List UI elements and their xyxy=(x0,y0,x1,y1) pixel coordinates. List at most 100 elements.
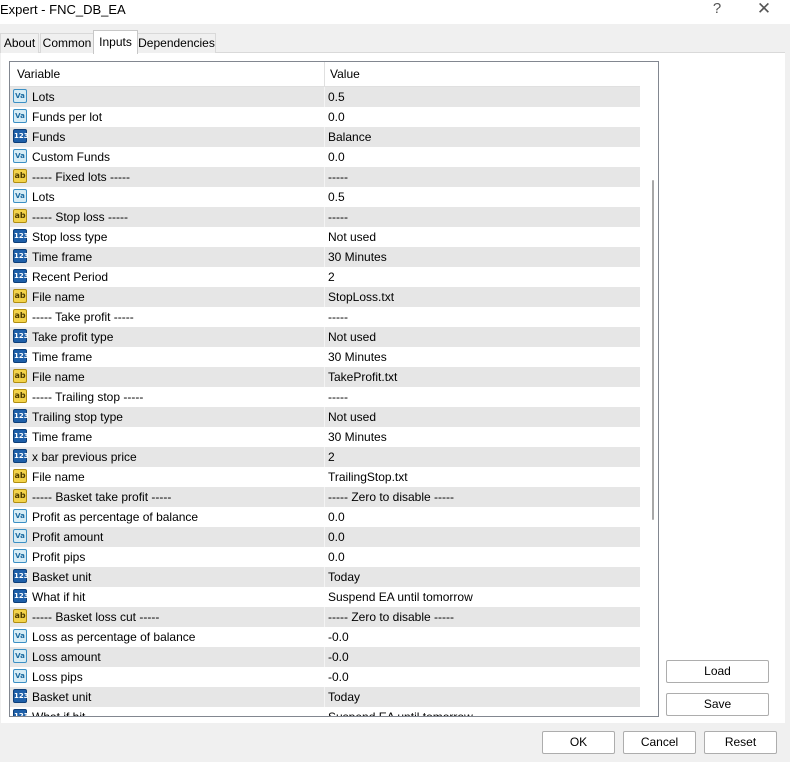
cell-divider xyxy=(324,607,325,627)
table-row[interactable]: 123 x bar previous price 2 xyxy=(10,447,640,467)
table-row[interactable]: Va Loss as percentage of balance -0.0 xyxy=(10,627,640,647)
variable-value[interactable]: ----- xyxy=(328,167,348,187)
variable-value[interactable]: 0.0 xyxy=(328,107,345,127)
variable-value[interactable]: Today xyxy=(328,687,360,707)
column-divider[interactable] xyxy=(324,62,325,86)
table-row[interactable]: 123 Time frame 30 Minutes xyxy=(10,247,640,267)
inputs-grid: Variable Value Va Lots 0.5 Va Funds per lot 0… xyxy=(9,61,659,717)
table-row[interactable]: Va Profit pips 0.0 xyxy=(10,547,640,567)
table-row[interactable]: Va Profit amount 0.0 xyxy=(10,527,640,547)
variable-value[interactable]: ----- Zero to disable ----- xyxy=(328,607,454,627)
table-row[interactable]: 123 Recent Period 2 xyxy=(10,267,640,287)
variable-value[interactable]: Not used xyxy=(328,407,376,427)
variable-value[interactable]: -0.0 xyxy=(328,647,349,667)
variable-value[interactable]: 0.5 xyxy=(328,187,345,207)
enum-param-icon: 123 xyxy=(13,129,29,143)
variable-value[interactable]: 30 Minutes xyxy=(328,247,387,267)
string-param-icon: ab xyxy=(13,489,27,503)
table-row[interactable]: Va Custom Funds 0.0 xyxy=(10,147,640,167)
table-row[interactable]: Va Loss pips -0.0 xyxy=(10,667,640,687)
table-row[interactable]: ab ----- Take profit ----- ----- xyxy=(10,307,640,327)
help-icon[interactable]: ? xyxy=(697,0,737,20)
variable-value[interactable]: -0.0 xyxy=(328,627,349,647)
variable-value[interactable]: TrailingStop.txt xyxy=(328,467,408,487)
cancel-button[interactable]: Cancel xyxy=(623,731,696,754)
enum-param-icon: 123 xyxy=(13,709,29,716)
table-row[interactable]: 123 Stop loss type Not used xyxy=(10,227,640,247)
column-header-variable[interactable]: Variable xyxy=(17,62,60,86)
table-row[interactable]: Va Funds per lot 0.0 xyxy=(10,107,640,127)
table-row[interactable]: ab ----- Basket take profit ----- ----- Ze… xyxy=(10,487,640,507)
variable-value[interactable]: -0.0 xyxy=(328,667,349,687)
variable-value[interactable]: 0.0 xyxy=(328,527,345,547)
vertical-scrollbar[interactable] xyxy=(649,63,658,715)
table-row[interactable]: Va Loss amount -0.0 xyxy=(10,647,640,667)
variable-value[interactable]: Suspend EA until tomorrow xyxy=(328,707,473,716)
tab-common[interactable]: Common xyxy=(40,33,94,53)
table-row[interactable]: 123 Basket unit Today xyxy=(10,687,640,707)
cell-divider xyxy=(324,367,325,387)
variable-value[interactable]: Balance xyxy=(328,127,371,147)
table-row[interactable]: ab File name TrailingStop.txt xyxy=(10,467,640,487)
variable-name: ----- Trailing stop ----- xyxy=(32,390,144,404)
cell-divider xyxy=(324,627,325,647)
cell-divider xyxy=(324,327,325,347)
table-row[interactable]: Va Profit as percentage of balance 0.0 xyxy=(10,507,640,527)
tab-about[interactable]: About xyxy=(0,33,39,53)
variable-value[interactable]: 0.5 xyxy=(328,87,345,107)
table-row[interactable]: Va Lots 0.5 xyxy=(10,187,640,207)
variable-value[interactable]: TakeProfit.txt xyxy=(328,367,397,387)
table-row[interactable]: 123 Trailing stop type Not used xyxy=(10,407,640,427)
table-row[interactable]: 123 Basket unit Today xyxy=(10,567,640,587)
variable-value[interactable]: 30 Minutes xyxy=(328,347,387,367)
table-row[interactable]: 123 Funds Balance xyxy=(10,127,640,147)
table-row[interactable]: 123What if hit Suspend EA until tomorrow xyxy=(10,707,640,716)
table-row[interactable]: 123 Time frame 30 Minutes xyxy=(10,427,640,447)
variable-value[interactable]: Not used xyxy=(328,227,376,247)
table-row[interactable]: ab File name TakeProfit.txt xyxy=(10,367,640,387)
variable-value[interactable]: StopLoss.txt xyxy=(328,287,394,307)
variable-value[interactable]: ----- xyxy=(328,307,348,327)
variable-value[interactable]: Today xyxy=(328,567,360,587)
save-button[interactable]: Save xyxy=(666,693,769,716)
double-param-icon: Va xyxy=(13,109,27,123)
tab-dependencies[interactable]: Dependencies xyxy=(137,33,216,53)
close-icon[interactable]: ✕ xyxy=(744,0,784,20)
double-param-icon: Va xyxy=(13,669,27,683)
variable-value[interactable]: 0.0 xyxy=(328,147,345,167)
variable-value[interactable]: ----- xyxy=(328,387,348,407)
table-row[interactable]: 123 Take profit type Not used xyxy=(10,327,640,347)
table-row[interactable]: ab File name StopLoss.txt xyxy=(10,287,640,307)
variable-name: ----- Basket loss cut ----- xyxy=(32,610,160,624)
variable-name: Trailing stop type xyxy=(32,410,123,424)
table-row[interactable]: ab ----- Trailing stop ----- ----- xyxy=(10,387,640,407)
cell-divider xyxy=(324,167,325,187)
table-row[interactable]: 123What if hit Suspend EA until tomorrow xyxy=(10,587,640,607)
variable-value[interactable]: 2 xyxy=(328,267,335,287)
variable-name: File name xyxy=(32,290,85,304)
variable-value[interactable]: 0.0 xyxy=(328,547,345,567)
tab-inputs[interactable]: Inputs xyxy=(93,30,138,54)
table-row[interactable]: ab ----- Stop loss ----- ----- xyxy=(10,207,640,227)
variable-value[interactable]: 0.0 xyxy=(328,507,345,527)
variable-name: Loss as percentage of balance xyxy=(32,630,196,644)
variable-value[interactable]: Not used xyxy=(328,327,376,347)
reset-button[interactable]: Reset xyxy=(704,731,777,754)
table-row[interactable]: 123 Time frame 30 Minutes xyxy=(10,347,640,367)
variable-name: Basket unit xyxy=(32,690,92,704)
variable-value[interactable]: 30 Minutes xyxy=(328,427,387,447)
enum-param-icon: 123 xyxy=(13,229,29,243)
table-row[interactable]: ab ----- Fixed lots ----- ----- xyxy=(10,167,640,187)
variable-value[interactable]: ----- xyxy=(328,207,348,227)
table-row[interactable]: Va Lots 0.5 xyxy=(10,87,640,107)
cell-divider xyxy=(324,547,325,567)
cell-divider xyxy=(324,707,325,716)
variable-value[interactable]: 2 xyxy=(328,447,335,467)
scrollbar-thumb[interactable] xyxy=(652,180,654,520)
variable-value[interactable]: Suspend EA until tomorrow xyxy=(328,587,473,607)
load-button[interactable]: Load xyxy=(666,660,769,683)
column-header-value[interactable]: Value xyxy=(330,62,360,86)
table-row[interactable]: ab ----- Basket loss cut ----- ----- Zero … xyxy=(10,607,640,627)
variable-value[interactable]: ----- Zero to disable ----- xyxy=(328,487,454,507)
ok-button[interactable]: OK xyxy=(542,731,615,754)
